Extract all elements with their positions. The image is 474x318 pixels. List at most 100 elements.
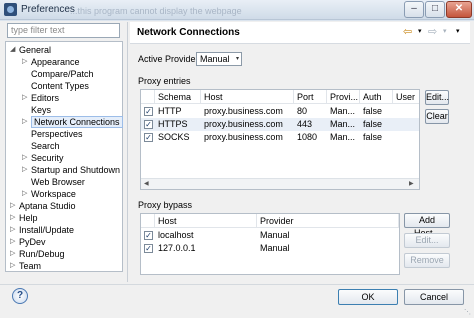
checkbox[interactable]: ✓ <box>144 133 153 142</box>
tree-item-run-debug[interactable]: Run/Debug <box>19 248 65 260</box>
help-icon[interactable]: ? <box>12 288 28 304</box>
window-title: Preferences <box>21 4 75 15</box>
back-arrow-icon[interactable]: ⇦ <box>403 26 412 38</box>
footer-separator <box>0 284 474 285</box>
tree-item-search[interactable]: Search <box>31 140 60 152</box>
expand-arrow-icon[interactable]: ▷ <box>10 236 16 248</box>
close-button[interactable]: ✕ <box>446 1 472 18</box>
remove-host-button[interactable]: Remove <box>404 253 450 268</box>
table-cell: 127.0.0.1 <box>158 243 196 253</box>
checkbox[interactable]: ✓ <box>144 107 153 116</box>
table-cell: false <box>363 119 383 129</box>
page-title: Network Connections <box>137 27 240 38</box>
tree-item-workspace[interactable]: Workspace <box>31 188 76 200</box>
table-row[interactable]: ✓ 127.0.0.1 Manual <box>141 242 399 255</box>
sash-divider[interactable] <box>127 22 128 282</box>
tree-item-startup-and-shutdown[interactable]: Startup and Shutdown <box>31 164 120 176</box>
background-window-text: ...this program cannot display the webpa… <box>70 6 242 16</box>
tree-item-editors[interactable]: Editors <box>31 92 59 104</box>
table-cell: Man... <box>330 132 356 142</box>
resize-grip-icon[interactable]: ⋱ <box>464 308 472 316</box>
forward-arrow-icon[interactable]: ⇨ <box>428 26 437 38</box>
table-cell: 443 <box>297 119 313 129</box>
tree-item-network-connections[interactable]: Network Connections <box>31 116 123 128</box>
tree-item-help[interactable]: Help <box>19 212 38 224</box>
expand-arrow-icon[interactable]: ▷ <box>10 200 16 212</box>
ok-button[interactable]: OK <box>338 289 398 305</box>
clear-entry-button[interactable]: Clear <box>425 109 449 124</box>
table-cell: Man... <box>330 119 356 129</box>
table-row[interactable]: ✓ HTTPS proxy.business.com 443 Man... false <box>141 118 419 131</box>
tree-item-web-browser[interactable]: Web Browser <box>31 176 85 188</box>
table-cell: Man... <box>330 106 356 116</box>
tree-item-content-types[interactable]: Content Types <box>31 80 89 92</box>
expand-arrow-icon[interactable]: ▷ <box>10 212 16 224</box>
table-cell: 1080 <box>297 132 318 142</box>
table-cell: localhost <box>158 230 194 240</box>
collapse-arrow-icon[interactable]: ▷ <box>22 188 28 200</box>
collapse-arrow-icon[interactable]: ▷ <box>22 164 28 176</box>
expand-arrow-icon[interactable]: ▷ <box>10 224 16 236</box>
checkbox[interactable]: ✓ <box>144 231 153 240</box>
column-header[interactable]: Provider <box>257 214 399 228</box>
edit-host-button[interactable]: Edit... <box>404 233 450 248</box>
minimize-icon: – <box>411 3 417 14</box>
horizontal-scrollbar[interactable]: ◀ ▶ <box>141 178 419 189</box>
table-cell: SOCKS <box>158 132 190 142</box>
column-header[interactable]: Provi... <box>327 90 360 104</box>
collapse-arrow-icon[interactable]: ▷ <box>22 152 28 164</box>
expand-arrow-icon[interactable]: ◢ <box>10 44 16 56</box>
tree-item-compare-patch[interactable]: Compare/Patch <box>31 68 94 80</box>
column-header[interactable]: Auth <box>360 90 393 104</box>
tree-item-aptana-studio[interactable]: Aptana Studio <box>19 200 76 212</box>
checkbox[interactable]: ✓ <box>144 120 153 129</box>
table-cell: Manual <box>260 230 290 240</box>
tree-item-security[interactable]: Security <box>31 152 64 164</box>
proxy-entries-label: Proxy entries <box>138 76 191 86</box>
table-cell: Manual <box>260 243 290 253</box>
table-row[interactable]: ✓ localhost Manual <box>141 229 399 242</box>
forward-dropdown-icon[interactable]: ▾ <box>443 26 447 38</box>
tree-item-general[interactable]: General <box>19 44 51 56</box>
preferences-tree[interactable]: ◢ General ▷ Appearance Compare/Patch Content … <box>5 41 123 272</box>
collapse-arrow-icon[interactable]: ▷ <box>22 56 28 68</box>
view-menu-icon[interactable]: ▾ <box>456 26 460 38</box>
proxy-entries-table[interactable]: Schema Host Port Provi... Auth User ✓ HTTP proxy… <box>140 89 420 190</box>
table-cell: false <box>363 106 383 116</box>
minimize-button[interactable]: – <box>404 1 424 18</box>
table-cell: false <box>363 132 383 142</box>
back-dropdown-icon[interactable]: ▾ <box>418 26 422 38</box>
scroll-left-icon[interactable]: ◀ <box>144 180 149 187</box>
tree-item-appearance[interactable]: Appearance <box>31 56 80 68</box>
table-row[interactable]: ✓ SOCKS proxy.business.com 1080 Man... false <box>141 131 419 144</box>
add-host-button[interactable]: Add Host... <box>404 213 450 238</box>
collapse-arrow-icon[interactable]: ▷ <box>22 92 28 104</box>
edit-entry-button[interactable]: Edit... <box>425 90 449 105</box>
maximize-button[interactable]: □ <box>425 1 445 18</box>
column-header[interactable]: Host <box>201 90 294 104</box>
tree-item-install-update[interactable]: Install/Update <box>19 224 74 236</box>
checkbox[interactable]: ✓ <box>144 244 153 253</box>
active-provider-label: Active Provider: <box>138 54 202 64</box>
tree-item-pydev[interactable]: PyDev <box>19 236 46 248</box>
table-cell: proxy.business.com <box>204 106 283 116</box>
column-header[interactable] <box>141 90 155 104</box>
expand-arrow-icon[interactable]: ▷ <box>10 248 16 260</box>
column-header[interactable]: Host <box>155 214 257 228</box>
expand-arrow-icon[interactable]: ▷ <box>10 260 16 272</box>
cancel-button[interactable]: Cancel <box>404 289 464 305</box>
column-header[interactable] <box>141 214 155 228</box>
tree-item-perspectives[interactable]: Perspectives <box>31 128 83 140</box>
scroll-right-icon[interactable]: ▶ <box>409 180 414 187</box>
collapse-arrow-icon[interactable]: ▷ <box>22 116 28 128</box>
column-header[interactable]: Schema <box>155 90 201 104</box>
active-provider-select[interactable]: Manual ▾ <box>196 52 242 66</box>
tree-item-keys[interactable]: Keys <box>31 104 51 116</box>
table-row[interactable]: ✓ HTTP proxy.business.com 80 Man... false <box>141 105 419 118</box>
tree-item-team[interactable]: Team <box>19 260 41 272</box>
column-header[interactable]: Port <box>294 90 327 104</box>
column-header[interactable]: User <box>393 90 419 104</box>
proxy-bypass-table[interactable]: Host Provider ✓ localhost Manual ✓ 127.0.0.1 Ma… <box>140 213 400 275</box>
table-cell: 80 <box>297 106 308 116</box>
filter-input[interactable]: type filter text <box>7 23 120 38</box>
